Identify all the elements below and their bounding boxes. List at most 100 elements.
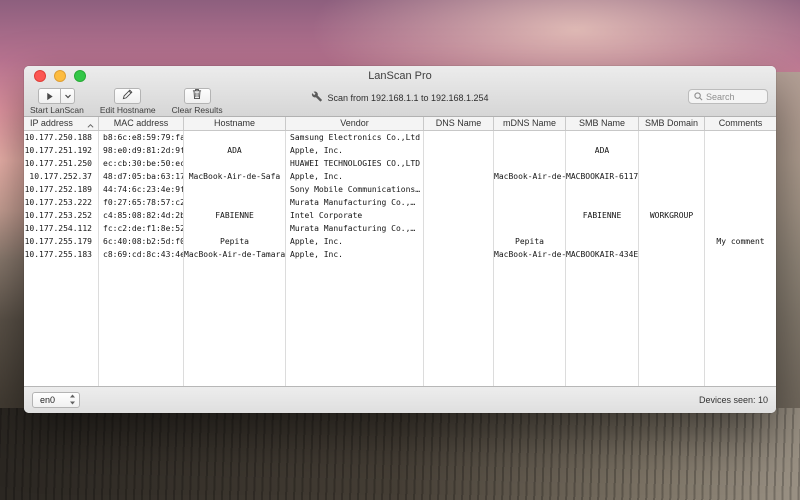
start-lanscan-label: Start LanScan	[30, 105, 84, 115]
column-header-smb-domain[interactable]: SMB Domain	[639, 117, 705, 130]
cell-smb_domain	[639, 157, 705, 170]
cell-ip: 10.177.252.189	[24, 183, 99, 196]
table-row[interactable]: 10.177.253.222 f0:27:65:78:57:c2 Murata Ma…	[24, 196, 776, 209]
interface-label: en0	[40, 395, 56, 405]
close-button[interactable]	[34, 70, 46, 82]
table-row[interactable]: 10.177.255.179 6c:40:08:b2:5d:f0 Pepita App…	[24, 235, 776, 248]
cell-hostname: ADA	[184, 144, 286, 157]
cell-vendor: Sony Mobile Communications…	[286, 183, 424, 196]
cell-vendor: Apple, Inc.	[286, 235, 424, 248]
table-row[interactable]: 10.177.253.252 c4:85:08:82:4d:2b FABIENNE I…	[24, 209, 776, 222]
clear-results-label: Clear Results	[171, 105, 223, 115]
cell-ip: 10.177.255.179	[24, 235, 99, 248]
lanscan-window: LanScan Pro Start LanScan Edit Hostname …	[24, 66, 776, 413]
cell-smb_domain: WORKGROUP	[639, 209, 705, 222]
cell-dns	[424, 196, 494, 209]
column-header-mdns[interactable]: mDNS Name	[494, 117, 566, 130]
table-row[interactable]: 10.177.251.192 98:e0:d9:81:2d:9f ADA Apple,…	[24, 144, 776, 157]
cell-ip: 10.177.250.188	[24, 131, 99, 144]
cell-hostname	[184, 131, 286, 144]
start-lanscan-button[interactable]	[38, 88, 76, 104]
cell-mac: b8:6c:e8:59:79:fa	[99, 131, 184, 144]
table-row[interactable]: 10.177.252.189 44:74:6c:23:4e:9f Sony Mobi…	[24, 183, 776, 196]
cell-mdns	[494, 222, 566, 235]
cell-dns	[424, 144, 494, 157]
cell-smb_domain	[639, 222, 705, 235]
cell-ip: 10.177.251.250	[24, 157, 99, 170]
play-icon[interactable]	[38, 88, 62, 104]
cell-dns	[424, 248, 494, 261]
search-icon	[694, 88, 703, 106]
cell-vendor: Murata Manufacturing Co.,…	[286, 222, 424, 235]
titlebar[interactable]: LanScan Pro	[24, 66, 776, 86]
wrench-icon	[311, 91, 322, 104]
cell-comments	[705, 183, 776, 196]
column-header-dns[interactable]: DNS Name	[424, 117, 494, 130]
column-header-smb-name[interactable]: SMB Name	[566, 117, 639, 130]
cell-smb_domain	[639, 235, 705, 248]
cell-mdns	[494, 209, 566, 222]
clear-results-button[interactable]	[183, 88, 211, 104]
column-header-hostname[interactable]: Hostname	[184, 117, 286, 130]
window-chrome: LanScan Pro Start LanScan Edit Hostname …	[24, 66, 776, 117]
cell-mdns: MacBook-Air-de-T…	[494, 248, 566, 261]
column-header-vendor[interactable]: Vendor	[286, 117, 424, 130]
column-header-ip[interactable]: IP address	[24, 117, 99, 130]
cell-hostname: MacBook-Air-de-Safa	[184, 170, 286, 183]
cell-comments	[705, 248, 776, 261]
cell-comments	[705, 157, 776, 170]
cell-hostname	[184, 183, 286, 196]
table-row[interactable]: 10.177.250.188 b8:6c:e8:59:79:fa Samsung E…	[24, 131, 776, 144]
cell-mac: fc:c2:de:f1:8e:52	[99, 222, 184, 235]
minimize-button[interactable]	[54, 70, 66, 82]
cell-smb_name	[566, 157, 639, 170]
cell-vendor: Apple, Inc.	[286, 248, 424, 261]
cell-smb_name: MACBOOKAIR-6117	[566, 170, 639, 183]
table-row[interactable]: 10.177.252.37 48:d7:05:ba:63:17 MacBook-Ai…	[24, 170, 776, 183]
cell-smb_domain	[639, 248, 705, 261]
updown-arrows-icon	[69, 394, 76, 407]
cell-ip: 10.177.255.183	[24, 248, 99, 261]
cell-comments: My comment	[716, 237, 765, 246]
traffic-lights	[34, 70, 86, 82]
cell-dns	[424, 209, 494, 222]
cell-mac: c8:69:cd:8c:43:4e	[99, 248, 184, 261]
interface-select[interactable]: en0	[32, 392, 80, 408]
cell-mac: ec:cb:30:be:50:ec	[99, 157, 184, 170]
cell-ip: 10.177.254.112	[24, 222, 99, 235]
cell-mac: c4:85:08:82:4d:2b	[99, 209, 184, 222]
cell-dns	[424, 235, 494, 248]
cell-ip: 10.177.251.192	[24, 144, 99, 157]
chevron-down-icon[interactable]	[61, 88, 76, 104]
cell-mac: 98:e0:d9:81:2d:9f	[99, 144, 184, 157]
zoom-button[interactable]	[74, 70, 86, 82]
edit-hostname-button[interactable]	[114, 87, 142, 105]
table-row[interactable]: 10.177.251.250 ec:cb:30:be:50:ec HUAWEI TE…	[24, 157, 776, 170]
cell-smb_name: ADA	[566, 144, 639, 157]
cell-vendor: Intel Corporate	[286, 209, 424, 222]
sort-ascending-icon	[87, 120, 94, 130]
cell-mdns	[494, 144, 566, 157]
cell-dns	[424, 183, 494, 196]
clear-results-item: Clear Results	[172, 88, 223, 115]
cell-comments	[705, 222, 776, 235]
toolbar-left-group: Start LanScan Edit Hostname Clear Result…	[30, 88, 223, 115]
table-filler	[24, 261, 776, 386]
cell-ip: 10.177.252.37	[24, 170, 99, 183]
cell-ip: 10.177.253.222	[24, 196, 99, 209]
search-input[interactable]: Search	[688, 89, 768, 104]
start-lanscan-item: Start LanScan	[30, 88, 84, 115]
cell-mdns	[494, 196, 566, 209]
column-header-comments[interactable]: Comments	[705, 117, 776, 130]
edit-hostname-label: Edit Hostname	[99, 105, 156, 115]
column-header-mac[interactable]: MAC address	[99, 117, 184, 130]
pencil-icon	[122, 87, 133, 105]
table-row[interactable]: 10.177.255.183 c8:69:cd:8c:43:4e MacBook-A…	[24, 248, 776, 261]
table-row[interactable]: 10.177.254.112 fc:c2:de:f1:8e:52 Murata Ma…	[24, 222, 776, 235]
cell-smb_name: FABIENNE	[566, 209, 639, 222]
edit-hostname-item: Edit Hostname	[100, 88, 156, 115]
cell-dns	[424, 131, 494, 144]
cell-smb_domain	[639, 183, 705, 196]
wallpaper-rock	[0, 408, 800, 500]
cell-mac: 44:74:6c:23:4e:9f	[99, 183, 184, 196]
